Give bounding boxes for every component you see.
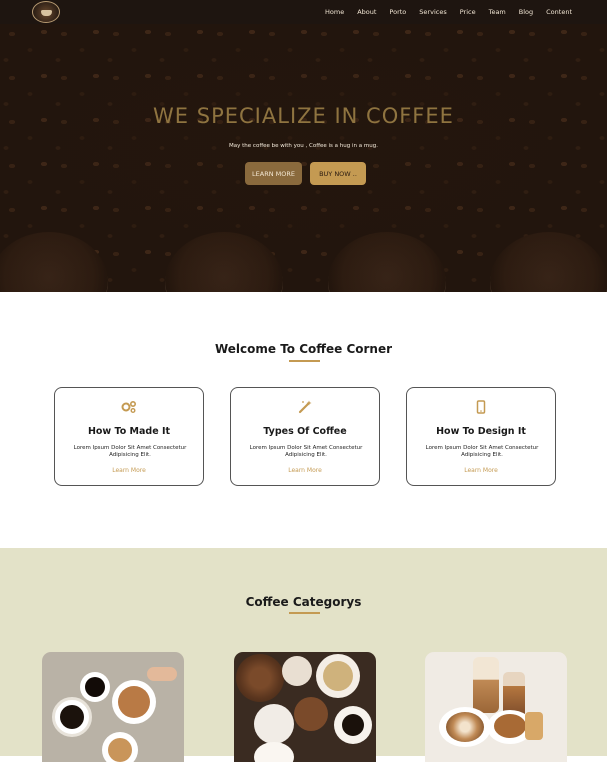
welcome-title: Welcome To Coffee Corner [214,342,393,356]
card-title: How To Design It [436,426,526,437]
welcome-section: Welcome To Coffee Corner How To Made It … [0,292,607,548]
category-image-beans[interactable] [234,652,376,762]
title-underline [289,612,320,614]
mobile-icon [407,400,555,417]
nav-link-team[interactable]: Team [489,8,506,16]
card-title: How To Made It [87,426,171,437]
learn-more-link[interactable]: Learn More [231,467,379,474]
learn-more-button[interactable]: LEARN MORE [245,162,302,185]
card-text: Lorem Ipsum Dolor Sit Amet Consectetur A… [425,445,539,458]
card-text: Lorem Ipsum Dolor Sit Amet Consectetur A… [73,445,187,458]
card-text: Lorem Ipsum Dolor Sit Amet Consectetur A… [249,445,363,458]
nav-link-content[interactable]: Content [546,8,572,16]
nav-link-porto[interactable]: Porto [389,8,406,16]
nav-links: Home About Porto Services Price Team Blo… [312,0,572,24]
gears-icon [55,400,203,417]
feature-card: Types Of Coffee Lorem Ipsum Dolor Sit Am… [230,387,380,486]
hero-subtitle: May the coffee be with you , Coffee is a… [229,143,378,149]
feature-card: How To Design It Lorem Ipsum Dolor Sit A… [406,387,556,486]
hero-title: WE SPECIALIZE IN COFFEE [153,104,454,128]
hero-banner: WE SPECIALIZE IN COFFEE May the coffee b… [0,24,607,292]
categories-section: Coffee Categorys [0,548,607,762]
nav-link-home[interactable]: Home [325,8,344,16]
nav-link-services[interactable]: Services [419,8,446,16]
hero-overlay [0,24,607,292]
category-image-cups[interactable] [42,652,184,762]
top-navbar: Home About Porto Services Price Team Blo… [0,0,607,24]
learn-more-link[interactable]: Learn More [407,467,555,474]
nav-link-blog[interactable]: Blog [519,8,533,16]
category-image-drinks[interactable] [425,652,567,762]
learn-more-link[interactable]: Learn More [55,467,203,474]
title-underline [289,360,320,362]
categories-title: Coffee Categorys [245,595,362,609]
coffee-logo[interactable] [32,1,60,23]
magic-wand-icon [231,400,379,417]
nav-link-about[interactable]: About [357,8,376,16]
feature-card: How To Made It Lorem Ipsum Dolor Sit Ame… [54,387,204,486]
nav-link-price[interactable]: Price [460,8,476,16]
buy-now-button[interactable]: BUY NOW .. [310,162,366,185]
card-title: Types Of Coffee [263,426,347,437]
